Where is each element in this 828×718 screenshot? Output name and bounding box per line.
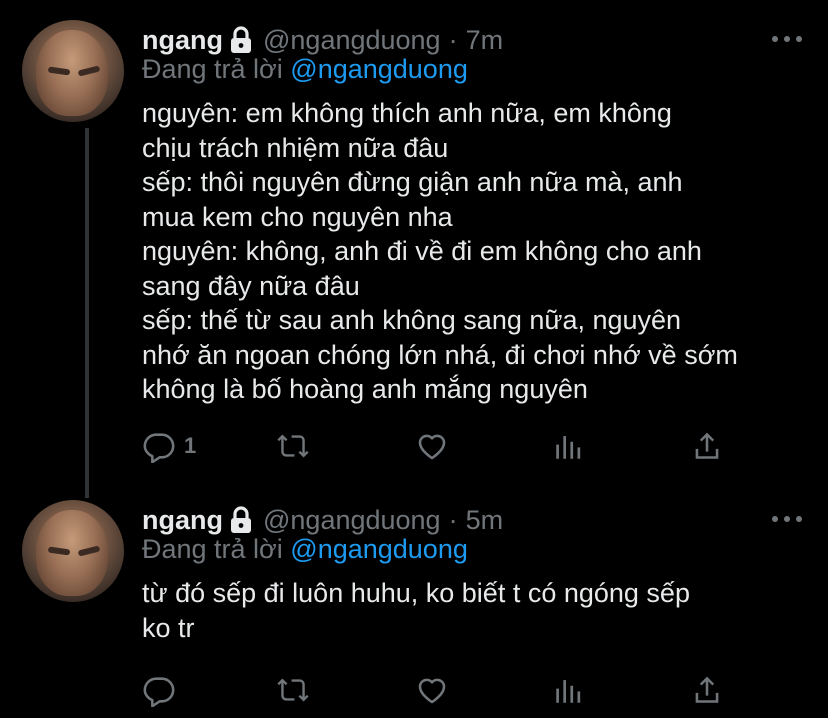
reply-mention[interactable]: @ngangduong: [290, 534, 468, 564]
share-icon: [695, 676, 719, 703]
action-bar: 1: [142, 426, 742, 466]
avatar[interactable]: [22, 20, 124, 122]
share-icon: [695, 432, 719, 459]
tweet-text-line: mua kem cho nguyên nha: [142, 201, 453, 232]
tweet-text-line: chịu trách nhiệm nữa đâu: [142, 132, 449, 163]
avatar[interactable]: [22, 500, 124, 602]
reply-to-line: Đang trả lời @ngangduong: [142, 54, 468, 85]
share-button[interactable]: [690, 426, 724, 466]
tweet-text: nguyên: em không thích anh nữa, em không…: [142, 96, 802, 407]
reply-prefix: Đang trả lời: [142, 534, 283, 564]
views-button[interactable]: [552, 670, 586, 710]
thread-line: [85, 128, 89, 480]
lock-icon: [229, 26, 253, 54]
tweet-header: ngang @ngangduong · 5m: [142, 502, 503, 538]
retweet-button[interactable]: [276, 426, 310, 466]
retweet-icon: [277, 434, 309, 458]
share-button[interactable]: [690, 670, 724, 710]
views-icon: [556, 436, 581, 459]
tweet[interactable]: ngang @ngangduong · 7m Đang trả lời @nga…: [0, 0, 828, 480]
tweet-text-line: sang đây nữa đâu: [142, 270, 360, 301]
thread-line: [85, 480, 89, 498]
tweet-text-line: nhớ ăn ngoan chóng lớn nhá, đi chơi nhớ …: [142, 339, 738, 370]
reply-button[interactable]: [142, 670, 176, 710]
separator-dot: ·: [448, 504, 458, 535]
reply-prefix: Đang trả lời: [142, 54, 283, 84]
tweet-text-line: nguyên: không, anh đi về đi em không cho…: [142, 236, 702, 266]
tweet-text: từ đó sếp đi luôn huhu, ko biết t có ngó…: [142, 576, 802, 645]
retweet-icon: [277, 678, 309, 702]
timestamp[interactable]: 7m: [466, 25, 504, 56]
tweet-header: ngang @ngangduong · 7m: [142, 22, 503, 58]
more-icon[interactable]: [772, 24, 802, 54]
reply-icon: [143, 433, 175, 463]
tweet-text-line: ko tr: [142, 612, 195, 643]
author-name[interactable]: ngang: [142, 505, 223, 536]
author-handle[interactable]: @ngangduong: [263, 505, 441, 536]
timestamp[interactable]: 5m: [466, 505, 504, 536]
tweet[interactable]: ngang @ngangduong · 5m Đang trả lời @nga…: [0, 480, 828, 718]
tweet-text-line: nguyên: em không thích anh nữa, em không: [142, 98, 672, 128]
reply-count: 1: [184, 433, 197, 458]
author-name[interactable]: ngang: [142, 25, 223, 56]
reply-button[interactable]: 1: [142, 426, 196, 466]
reply-icon: [143, 677, 175, 707]
tweet-text-line: sếp: thôi nguyên đừng giận anh nữa mà, a…: [142, 167, 683, 197]
like-icon: [418, 678, 446, 704]
more-icon[interactable]: [772, 504, 802, 534]
views-icon: [556, 680, 581, 703]
like-button[interactable]: [415, 426, 449, 466]
tweet-text-line: sếp: thế từ sau anh không sang nữa, nguy…: [142, 305, 682, 335]
author-handle[interactable]: @ngangduong: [263, 25, 441, 56]
tweet-text-line: từ đó sếp đi luôn huhu, ko biết t có ngó…: [142, 578, 690, 608]
tweet-text-line: không là bố hoàng anh mắng nguyên: [142, 374, 588, 404]
like-icon: [418, 434, 446, 460]
reply-to-line: Đang trả lời @ngangduong: [142, 534, 468, 565]
retweet-button[interactable]: [276, 670, 310, 710]
views-button[interactable]: [552, 426, 586, 466]
reply-mention[interactable]: @ngangduong: [290, 54, 468, 84]
separator-dot: ·: [448, 24, 458, 55]
action-bar: [142, 670, 742, 710]
like-button[interactable]: [415, 670, 449, 710]
lock-icon: [229, 506, 253, 534]
